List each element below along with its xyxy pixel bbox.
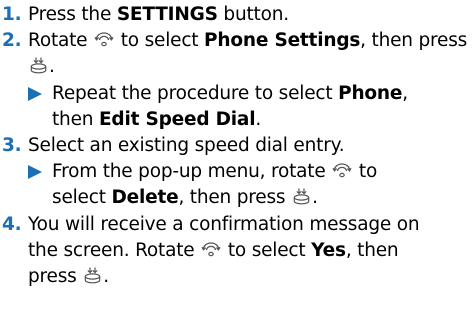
step-text: Press the <box>28 4 117 25</box>
step-text: Select an existing speed dial entry. <box>28 135 345 157</box>
dial-rotate-icon <box>201 241 221 259</box>
step-2-substep: Repeat the procedure to select Phone, th… <box>2 81 471 133</box>
substep: From the pop-up menu, rotate to select D… <box>28 159 471 211</box>
delete-label: Delete <box>111 187 179 209</box>
step-3: 3. Select an existing speed dial entry. <box>2 133 471 159</box>
step-text: . <box>103 266 109 288</box>
step-text: Repeat the procedure to select <box>52 82 339 104</box>
step-text: button. <box>217 4 289 25</box>
step-text: . <box>255 108 262 130</box>
step-text: , then press <box>178 187 292 209</box>
step-text: then <box>52 108 99 130</box>
step-text: From the pop-up menu, rotate <box>52 161 332 183</box>
step-4: 4. You will receive a confirmation messa… <box>2 212 471 291</box>
step-1: 1. Press the SETTINGS button. <box>2 2 471 28</box>
step-text: , then press <box>360 30 468 52</box>
substep-arrow-icon <box>28 86 42 101</box>
step-number: 2. <box>2 30 22 52</box>
step-text: . <box>49 56 55 78</box>
settings-button-label: SETTINGS <box>116 4 218 25</box>
yes-label: Yes <box>311 239 346 261</box>
phone-settings-label: Phone Settings <box>204 30 361 52</box>
step-text: press <box>28 266 83 288</box>
step-text: Rotate <box>28 30 94 52</box>
step-text: the screen. Rotate <box>28 239 201 261</box>
step-text: , <box>402 82 408 104</box>
step-text: . <box>312 187 318 209</box>
step-number: 1. <box>2 4 22 25</box>
step-3-substep: From the pop-up menu, rotate to select D… <box>2 159 471 211</box>
substep: Repeat the procedure to select Phone, th… <box>28 81 471 133</box>
step-text: to <box>353 161 378 183</box>
step-2: 2. Rotate to select Phone Settings, then… <box>2 28 471 80</box>
step-number: 3. <box>2 135 22 157</box>
substep-arrow-icon <box>28 165 42 180</box>
dial-rotate-icon <box>94 31 114 49</box>
procedure-page: 1. Press the SETTINGS button. 2. Rotate … <box>0 0 475 336</box>
dial-rotate-icon <box>332 162 352 180</box>
step-text: to select <box>115 30 205 52</box>
dial-press-icon <box>29 56 48 75</box>
dial-press-icon <box>83 266 102 285</box>
step-text: to select <box>222 239 312 261</box>
dial-press-icon <box>292 187 311 206</box>
step-text: You will receive a confirmation message … <box>28 213 420 235</box>
step-text: select <box>52 187 112 209</box>
step-text: , then <box>345 239 399 261</box>
step-number: 4. <box>2 213 22 235</box>
edit-speed-dial-label: Edit Speed Dial <box>98 108 256 130</box>
phone-label: Phone <box>338 82 403 104</box>
